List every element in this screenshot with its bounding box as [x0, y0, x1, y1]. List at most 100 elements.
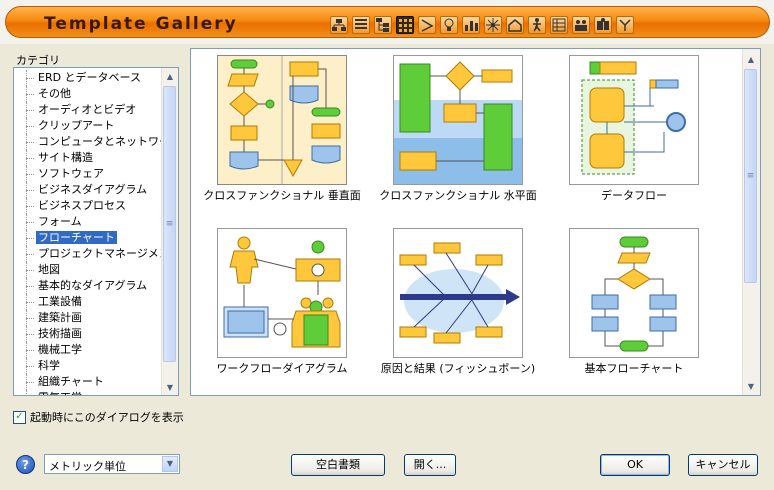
grid-icon[interactable]	[396, 16, 414, 34]
scroll-down-icon[interactable]: ▼	[744, 379, 758, 393]
puzzle-icon[interactable]	[594, 16, 612, 34]
category-item-label: 基本的なダイアグラム	[38, 279, 148, 292]
scroll-thumb[interactable]: ≡	[744, 69, 757, 283]
bulb-icon[interactable]	[440, 16, 458, 34]
category-item[interactable]: フォーム	[14, 214, 178, 230]
cross-functional-horizontal-thumbnail	[394, 61, 522, 184]
template-fishbone[interactable]	[393, 228, 523, 358]
category-item-label: 地図	[38, 263, 60, 276]
building-icon[interactable]	[506, 16, 524, 34]
category-item[interactable]: ソフトウェア	[14, 166, 178, 182]
category-toolbar	[330, 16, 634, 38]
startup-checkbox-row[interactable]: ✓ 起動時にこのダイアログを表示	[13, 409, 184, 425]
category-item[interactable]: ビジネスダイアグラム	[14, 182, 178, 198]
list-icon[interactable]	[352, 16, 370, 34]
template-caption: クロスファンクショナル 水平面	[379, 189, 537, 202]
category-item-label: クリップアート	[38, 119, 115, 132]
startup-checkbox-label: 起動時にこのダイアログを表示	[30, 411, 184, 424]
category-item[interactable]: ビジネスプロセス	[14, 198, 178, 214]
table-icon[interactable]	[550, 16, 568, 34]
category-item-label: サイト構造	[38, 151, 93, 164]
template-caption: ワークフローダイアグラム	[216, 362, 348, 375]
category-item-label: フローチャート	[36, 231, 117, 244]
window-title: Template Gallery	[44, 14, 238, 34]
category-item-label: 技術描画	[38, 327, 82, 340]
category-item-label: 科学	[38, 359, 60, 372]
category-item-label: ソフトウェア	[38, 167, 104, 180]
fishbone-thumbnail	[399, 242, 520, 344]
category-item[interactable]: 建築計画	[14, 310, 178, 326]
connector-icon[interactable]	[418, 16, 436, 34]
cancel-button[interactable]: キャンセル	[688, 454, 758, 476]
worker-icon[interactable]	[528, 16, 546, 34]
fork-icon[interactable]	[616, 16, 634, 34]
scroll-down-icon[interactable]: ▼	[163, 380, 177, 394]
cross-functional-vertical-thumbnail	[227, 56, 341, 184]
category-item-label: 組織チャート	[38, 375, 104, 388]
category-item[interactable]: フローチャート	[14, 230, 178, 246]
category-item-label: 工業設備	[38, 295, 82, 308]
scroll-thumb[interactable]: ≡	[163, 86, 176, 362]
category-item[interactable]: 電気工学	[14, 390, 178, 395]
template-gallery: クロスファンクショナル 垂直面 クロスファンクショナル 水平面 データフロー ワ…	[190, 48, 761, 396]
category-item-label: プロジェクトマネージメント	[38, 247, 179, 260]
gallery-scrollbar[interactable]: ▲ ≡ ▼	[742, 49, 760, 395]
help-icon[interactable]: ?	[16, 455, 35, 474]
template-caption: 基本フローチャート	[584, 362, 684, 375]
chevron-down-icon[interactable]: ▼	[162, 456, 178, 472]
data-flow-thumbnail	[581, 61, 686, 175]
template-caption: クロスファンクショナル 垂直面	[203, 189, 361, 202]
scroll-up-icon[interactable]: ▲	[744, 52, 758, 66]
category-item[interactable]: オーディオとビデオ	[14, 102, 178, 118]
category-item[interactable]: 科学	[14, 358, 178, 374]
category-item[interactable]: 技術描画	[14, 326, 178, 342]
category-item[interactable]: 組織チャート	[14, 374, 178, 390]
category-item[interactable]: ERD とデータベース	[14, 70, 178, 86]
basic-flowchart-thumbnail	[591, 236, 677, 352]
workflow-diagram-thumbnail	[223, 236, 341, 348]
category-item-label: コンピュータとネットワーク	[38, 135, 179, 148]
category-item-label: ビジネスプロセス	[38, 199, 126, 212]
category-item[interactable]: その他	[14, 86, 178, 102]
template-cross-functional-vertical[interactable]	[217, 55, 347, 185]
scroll-up-icon[interactable]: ▲	[163, 69, 177, 83]
open-button[interactable]: 開く...	[404, 454, 456, 476]
template-workflow-diagram[interactable]	[217, 228, 347, 358]
category-item[interactable]: クリップアート	[14, 118, 178, 134]
template-basic-flowchart[interactable]	[569, 228, 699, 358]
bar-chart-icon[interactable]	[462, 16, 480, 34]
startup-checkbox[interactable]: ✓	[13, 410, 26, 424]
blank-document-button[interactable]: 空白書類	[291, 454, 385, 476]
category-item-label: 電気工学	[36, 391, 84, 395]
category-tree[interactable]: ERD とデータベース その他オーディオとビデオ クリップアートコンピュータとネット…	[13, 67, 179, 396]
template-cross-functional-horizontal[interactable]	[393, 55, 523, 185]
category-item-label: 建築計画	[38, 311, 82, 324]
tree-icon[interactable]	[374, 16, 392, 34]
category-item[interactable]: プロジェクトマネージメント	[14, 246, 179, 262]
category-scrollbar[interactable]: ▲ ≡ ▼	[161, 68, 178, 395]
title-bar: Template Gallery	[0, 0, 774, 44]
category-item[interactable]: サイト構造	[14, 150, 178, 166]
template-caption: 原因と結果 (フィッシュボーン)	[380, 362, 536, 375]
category-item[interactable]: コンピュータとネットワーク	[14, 134, 179, 150]
category-item-label: ERD とデータベース	[38, 71, 142, 84]
category-item[interactable]: 基本的なダイアグラム	[14, 278, 178, 294]
units-dropdown[interactable]: メトリック単位 ▼	[44, 454, 180, 474]
units-value: メトリック単位	[49, 460, 126, 473]
hierarchy-icon[interactable]	[330, 16, 348, 34]
category-item-label: 機械工学	[38, 343, 82, 356]
title-pill: Template Gallery	[5, 6, 770, 38]
category-item[interactable]: 地図	[14, 262, 178, 278]
category-item[interactable]: 工業設備	[14, 294, 178, 310]
people-icon[interactable]	[572, 16, 590, 34]
template-caption: データフロー	[601, 189, 667, 202]
category-item-label: その他	[38, 87, 71, 100]
category-item-label: オーディオとビデオ	[38, 103, 137, 116]
category-label: カテゴリ	[16, 54, 60, 67]
ok-button[interactable]: OK	[600, 454, 670, 476]
category-item[interactable]: 機械工学	[14, 342, 178, 358]
network-icon[interactable]	[484, 16, 502, 34]
category-item-label: フォーム	[38, 215, 82, 228]
category-list: ERD とデータベース その他オーディオとビデオ クリップアートコンピュータとネット…	[14, 70, 179, 395]
template-data-flow[interactable]	[569, 55, 699, 185]
